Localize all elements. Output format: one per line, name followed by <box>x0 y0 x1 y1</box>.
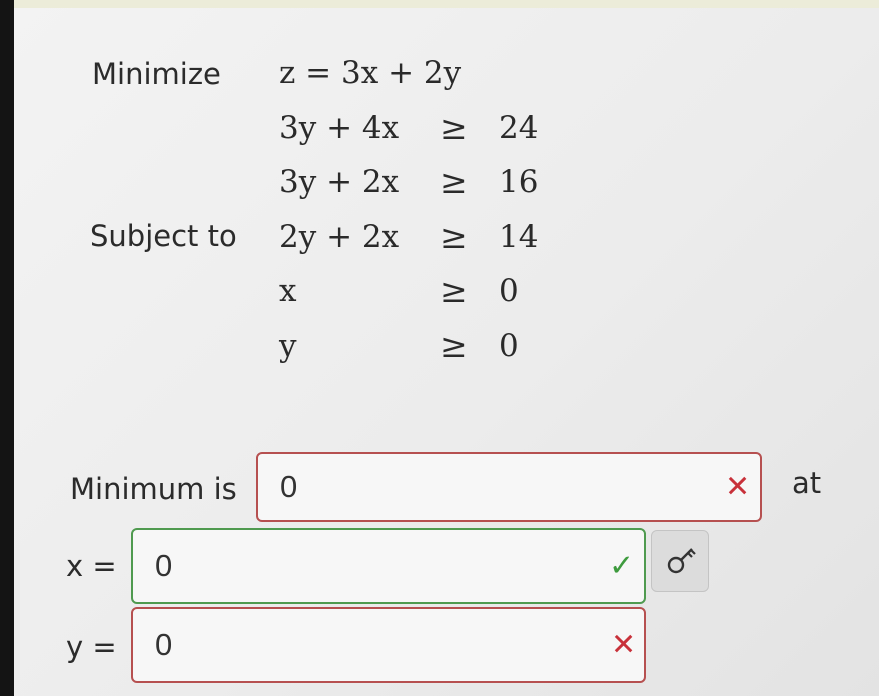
constraint-4-rhs: 0 <box>499 273 519 309</box>
minimum-input[interactable]: 0 ✕ <box>256 452 762 522</box>
objective-function: z = 3x + 2y <box>279 55 462 91</box>
constraint-1-lhs: 3y + 4x <box>279 110 400 146</box>
minimum-label: Minimum is <box>70 472 237 506</box>
x-input[interactable]: 0 ✓ <box>131 528 646 604</box>
constraint-5-rhs: 0 <box>499 328 519 364</box>
constraint-2-lhs: 3y + 2x <box>279 164 400 200</box>
correct-check-icon: ✓ <box>609 548 635 584</box>
x-value: 0 <box>155 548 173 583</box>
key-icon <box>667 548 696 574</box>
incorrect-x-icon: ✕ <box>611 627 637 663</box>
constraint-5-lhs: y <box>279 328 297 364</box>
minimum-value: 0 <box>280 469 298 504</box>
y-input[interactable]: 0 ✕ <box>131 607 646 683</box>
incorrect-x-icon: ✕ <box>725 469 751 505</box>
y-label: y = <box>66 630 117 664</box>
constraint-1-relation: ≥ <box>440 108 468 147</box>
y-value: 0 <box>155 627 173 662</box>
constraint-2-rhs: 16 <box>499 164 539 200</box>
constraint-3-relation: ≥ <box>440 217 468 256</box>
constraint-1-rhs: 24 <box>499 110 539 146</box>
x-label: x = <box>66 549 117 583</box>
constraint-5-relation: ≥ <box>440 326 468 365</box>
answer-key-button[interactable] <box>651 530 709 592</box>
minimize-label: Minimize <box>92 57 221 91</box>
at-label: at <box>792 466 822 500</box>
constraint-3-lhs: 2y + 2x <box>279 219 400 255</box>
constraint-4-relation: ≥ <box>440 271 468 310</box>
subject-to-label: Subject to <box>90 219 237 253</box>
constraint-4-lhs: x <box>279 273 297 309</box>
constraint-3-rhs: 14 <box>499 219 539 255</box>
screen-edge <box>0 0 14 696</box>
constraint-2-relation: ≥ <box>440 162 468 201</box>
